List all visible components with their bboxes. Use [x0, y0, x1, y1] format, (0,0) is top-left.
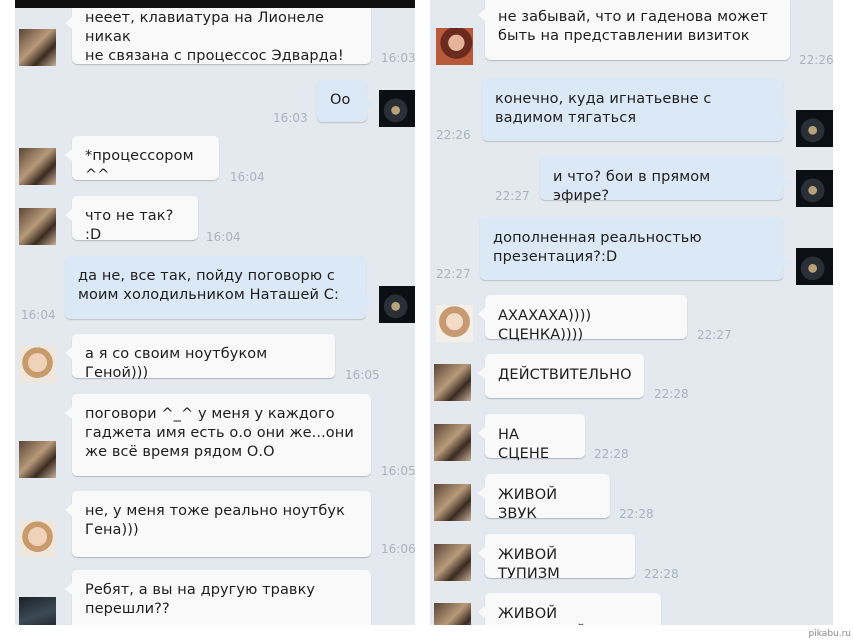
watermark: pikabu.ru	[808, 629, 851, 639]
message-time: 16:03	[381, 51, 415, 65]
message-time: 22:26	[436, 128, 471, 142]
message-time: 16:04	[206, 230, 241, 244]
contact-avatar[interactable]	[19, 148, 56, 185]
message-bubble: не забывай, что и гаденова может быть на…	[478, 0, 790, 60]
message-time: 22:27	[697, 328, 732, 342]
message-bubble: АХАХАХА)))) СЦЕНКА))))	[478, 295, 687, 343]
message-bubble: не, у меня тоже реально ноутбук Гена)))	[65, 491, 371, 557]
message-bubble: ДЕЙСТВИТЕЛЬНО	[478, 354, 644, 398]
message-bubble: что не так? :D	[65, 196, 198, 243]
message-bubble: дополненная реальностью презентация?:D	[480, 217, 790, 280]
message-time: 16:05	[345, 368, 380, 382]
message-bubble: Оо	[317, 80, 374, 122]
message-time: 22:26	[799, 53, 833, 67]
message-bubble: нееет, клавиатура на Лионеле никак не св…	[65, 8, 371, 64]
message-time: 22:27	[495, 189, 530, 203]
own-avatar[interactable]	[796, 170, 833, 207]
contact-avatar[interactable]	[436, 305, 473, 342]
own-avatar[interactable]	[796, 248, 833, 285]
message-time: 16:05	[381, 464, 415, 478]
contact-avatar[interactable]	[434, 364, 471, 401]
message-time: 22:28	[619, 507, 654, 521]
message-time: 22:28	[644, 567, 679, 581]
message-bubble: Ребят, а вы на другую травку перешли??	[65, 570, 371, 625]
message-bubble: да не, все так, пойду поговорю с моим хо…	[65, 256, 373, 319]
contact-avatar[interactable]	[434, 484, 471, 521]
contact-avatar[interactable]	[19, 29, 56, 66]
message-time: 16:04	[21, 308, 56, 322]
own-avatar[interactable]	[379, 90, 415, 127]
message-bubble: и что? бои в прямом эфире?	[540, 156, 790, 204]
message-bubble: поговори ^_^ у меня у каждого гаджета им…	[65, 394, 371, 476]
right-chat-screenshot: не забывай, что и гаденова может быть на…	[430, 0, 833, 625]
message-time: 16:04	[230, 170, 265, 184]
message-bubble: конечно, куда игнатьевне с вадимом тягат…	[482, 78, 790, 141]
message-bubble: ЖИВОЙ ТУПИЗМ	[478, 534, 635, 582]
message-time: 16:03	[273, 111, 308, 125]
contact-avatar[interactable]	[19, 597, 56, 625]
message-time: 16:06	[381, 542, 415, 556]
message-bubble: *процессором ^^	[65, 136, 219, 183]
left-chat-screenshot: нееет, клавиатура на Лионеле никак не св…	[15, 0, 415, 625]
message-bubble: а я со своим ноутбуком Геной)))	[65, 334, 335, 381]
contact-avatar[interactable]	[434, 424, 471, 461]
contact-avatar[interactable]	[434, 603, 471, 625]
contact-avatar[interactable]	[19, 208, 56, 245]
message-time: 22:27	[436, 267, 471, 281]
message-bubble: ЖИВОЙ ЗВУК	[478, 474, 610, 522]
message-time: 22:28	[654, 387, 689, 401]
contact-avatar[interactable]	[19, 441, 56, 478]
contact-avatar[interactable]	[434, 544, 471, 581]
message-bubble: НА СЦЕНЕ	[478, 414, 585, 462]
message-time: 22:28	[594, 447, 629, 461]
contact-avatar[interactable]	[436, 28, 473, 65]
own-avatar[interactable]	[796, 110, 833, 147]
own-avatar[interactable]	[379, 286, 415, 323]
contact-avatar[interactable]	[19, 346, 56, 383]
message-bubble: ЖИВОЙ МОРДОБОЙ	[478, 593, 661, 625]
contact-avatar[interactable]	[19, 520, 56, 557]
